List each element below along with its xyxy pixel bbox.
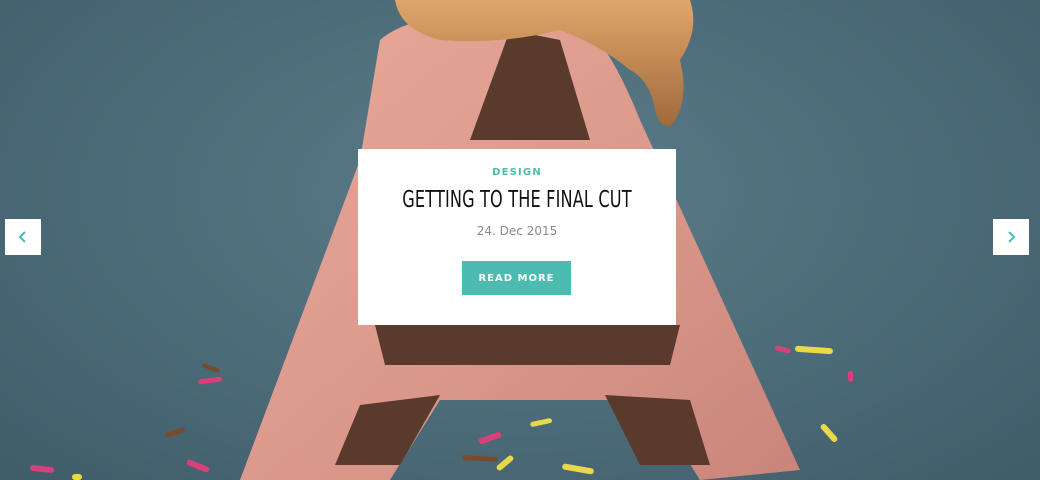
post-date: 24. Dec 2015 — [476, 224, 558, 238]
slide-caption-card: DESIGN GETTING TO THE FINAL CUT 24. Dec … — [358, 149, 676, 325]
category-link[interactable]: DESIGN — [358, 167, 676, 178]
next-slide-button[interactable] — [993, 219, 1029, 255]
post-title[interactable]: GETTING TO THE FINAL CUT — [393, 187, 641, 213]
chevron-left-icon — [18, 231, 28, 243]
chevron-right-icon — [1006, 231, 1016, 243]
prev-slide-button[interactable] — [5, 219, 41, 255]
read-more-button[interactable]: READ MORE — [462, 261, 571, 295]
